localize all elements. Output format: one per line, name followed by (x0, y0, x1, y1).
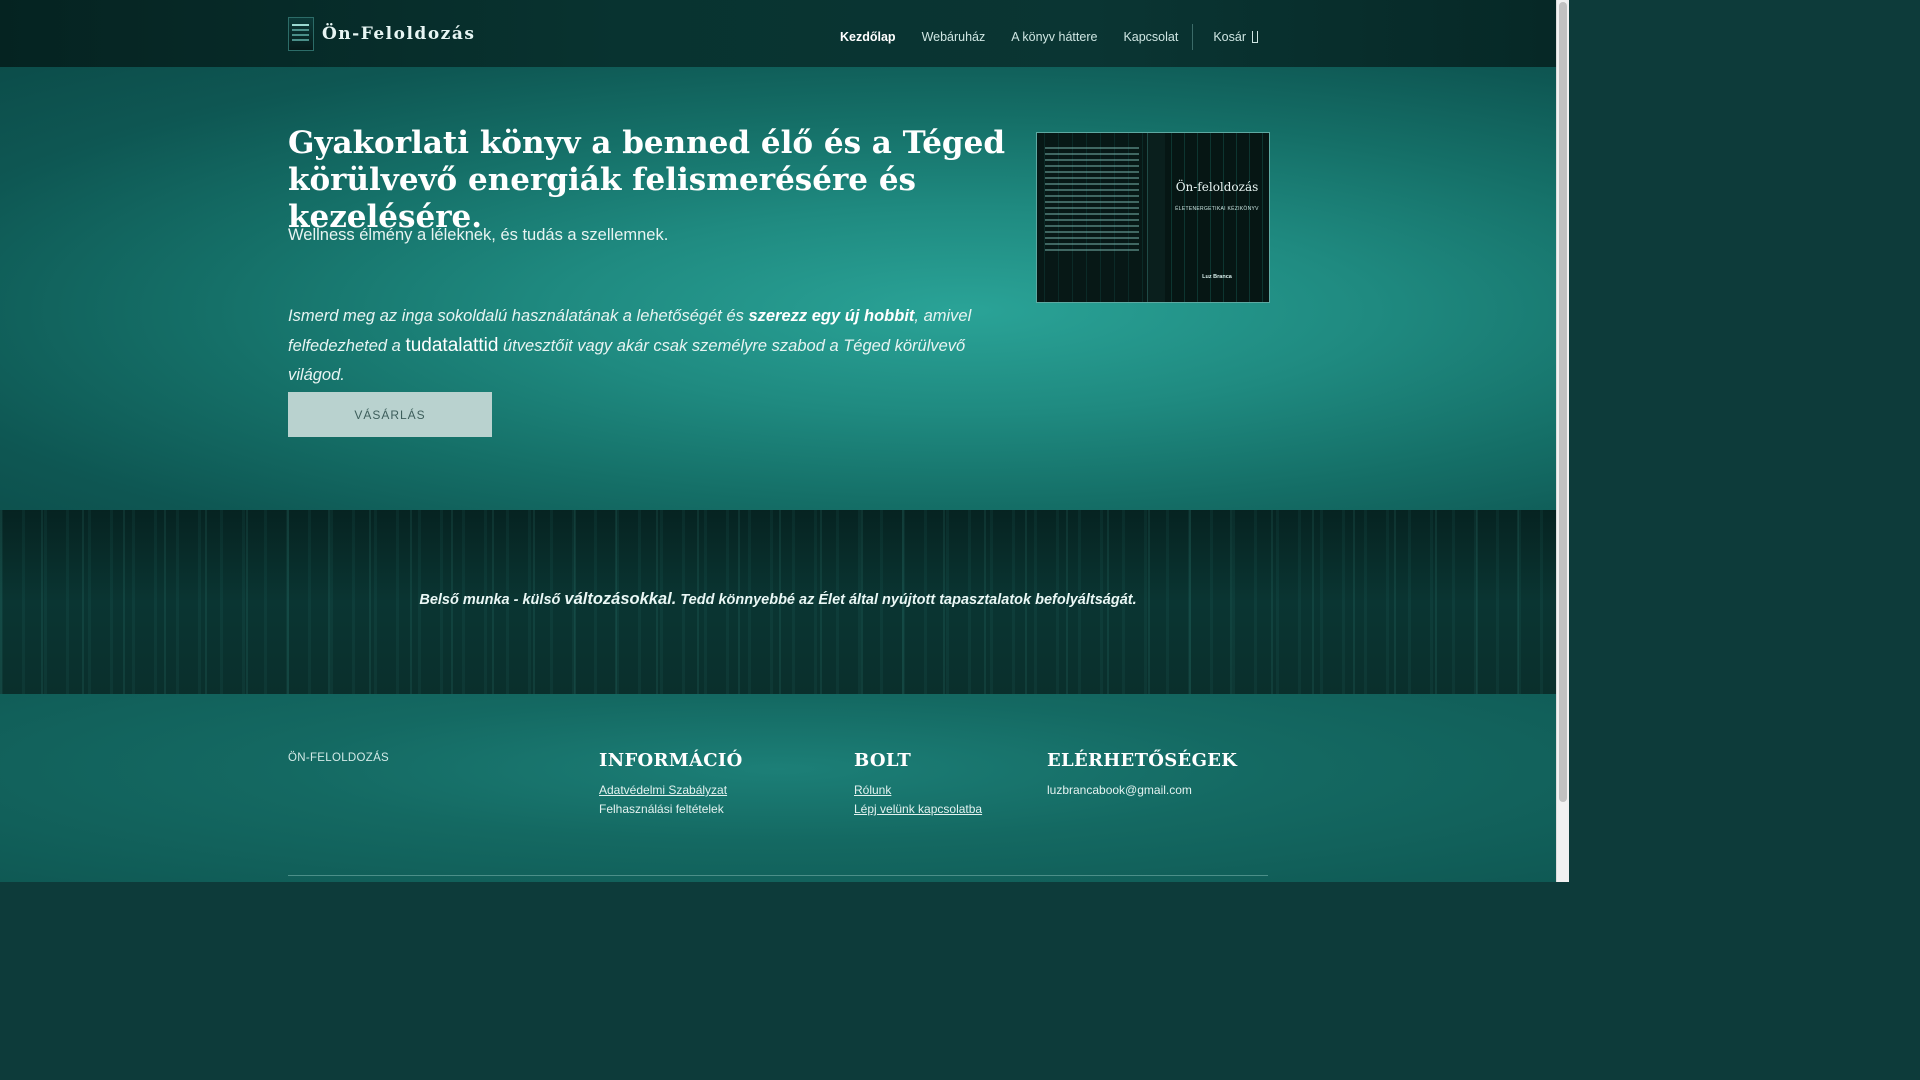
terms-of-use-link[interactable]: Felhasználási feltételek (599, 800, 743, 819)
hero-desc-highlight: tudatalattid (405, 335, 499, 356)
footer-info-heading: INFORMÁCIÓ (599, 750, 743, 771)
book-cover-title: Ön-feloldozás (1175, 180, 1259, 194)
book-back-text-lines (1045, 147, 1139, 255)
footer-contact-heading: ELÉRHETŐSÉGEK (1047, 750, 1238, 771)
book-spine (1147, 133, 1167, 302)
footer-info-column: INFORMÁCIÓ Adatvédelmi Szabályzat Felhas… (599, 750, 743, 819)
hero-desc-bold: szerezz egy új hobbit (748, 307, 915, 325)
site-header: Ön-Feloldozás Kezdőlap Webáruház A könyv… (0, 0, 1556, 68)
hero-desc-text-1: Ismerd meg az inga sokoldalú használatán… (288, 307, 749, 325)
page-scrollbar[interactable] (1556, 0, 1569, 882)
hero-subtitle: Wellness élmény a léleknek, és tudás a s… (288, 226, 669, 244)
buy-button[interactable]: VÁSÁRLÁS (288, 392, 492, 437)
shopping-bag-icon[interactable] (1252, 31, 1258, 43)
contact-email: luzbrancabook@gmail.com (1047, 783, 1192, 797)
footer-shop-heading: BOLT (854, 750, 912, 771)
nav-item-book-background[interactable]: A könyv háttere (1011, 30, 1097, 44)
contact-us-link[interactable]: Lépj velünk kapcsolatba (854, 800, 982, 819)
site-logo-text[interactable]: Ön-Feloldozás (322, 24, 475, 44)
book-cover-image: Ön-feloldozás ÉLETENERGETIKAI KÉZIKÖNYV … (1036, 132, 1270, 303)
privacy-policy-link[interactable]: Adatvédelmi Szabályzat (599, 781, 743, 800)
quote-part-2: Tedd könnyebbé az Élet által nyújtott ta… (676, 592, 1137, 608)
quote-highlight: változásokkal. (564, 590, 677, 608)
book-thumbnail-icon (288, 17, 314, 51)
nav-item-shop[interactable]: Webáruház (922, 30, 986, 44)
quote-text: Belső munka - külső változásokkal. Tedd … (0, 590, 1556, 609)
nav-item-contact[interactable]: Kapcsolat (1123, 30, 1178, 44)
quote-part-1: Belső munka - külső (419, 592, 565, 608)
about-us-link[interactable]: Rólunk (854, 781, 982, 800)
footer-divider (288, 875, 1268, 876)
site-logo[interactable]: Ön-Feloldozás (288, 17, 475, 51)
cart-link[interactable]: Kosár (1213, 30, 1258, 44)
hero-description: Ismerd meg az inga sokoldalú használatán… (288, 302, 1008, 390)
book-cover-subtitle: ÉLETENERGETIKAI KÉZIKÖNYV (1175, 206, 1259, 212)
scrollbar-thumb[interactable] (1559, 2, 1567, 802)
footer-brand: ÖN-FELOLDOZÁS (288, 752, 390, 764)
site-footer (0, 694, 1556, 882)
footer-shop-column: BOLT Rólunk Lépj velünk kapcsolatba (854, 750, 982, 819)
nav-item-home[interactable]: Kezdőlap (840, 30, 896, 44)
cart-label[interactable]: Kosár (1213, 30, 1246, 44)
nav-divider (1192, 24, 1194, 50)
book-back-cover (1037, 133, 1147, 302)
main-nav: Kezdőlap Webáruház A könyv háttere Kapcs… (814, 24, 1258, 50)
hero-title: Gyakorlati könyv a benned élő és a Téged… (288, 125, 1005, 235)
footer-contact-column: ELÉRHETŐSÉGEK luzbrancabook@gmail.com (1047, 750, 1237, 800)
book-cover-author: Luz Branca (1202, 274, 1232, 280)
